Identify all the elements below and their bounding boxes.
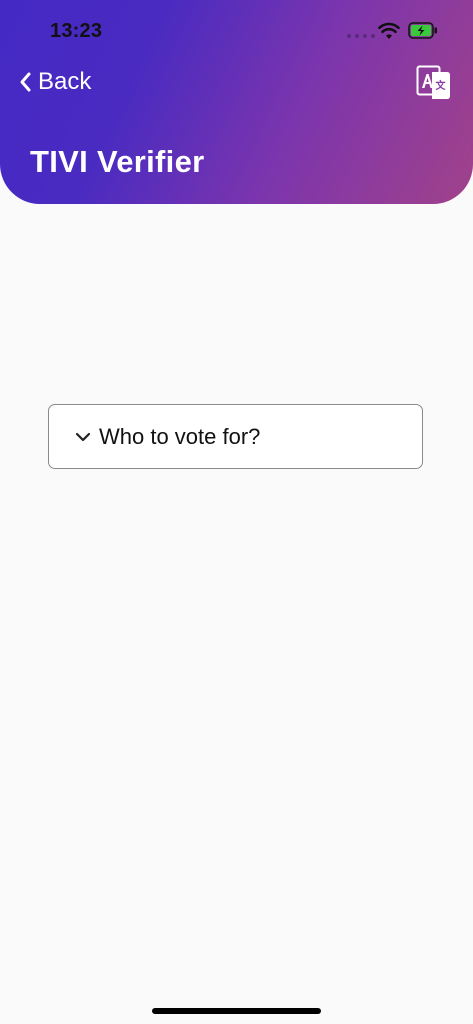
vote-accordion[interactable]: Who to vote for? (48, 404, 423, 469)
accordion-label: Who to vote for? (99, 423, 261, 449)
wifi-icon (378, 22, 400, 39)
status-time: 13:23 (50, 20, 103, 42)
battery-charging-icon (408, 22, 437, 39)
chevron-left-icon (20, 72, 31, 92)
back-button[interactable]: Back (18, 66, 91, 98)
status-bar: 13:23 (0, 0, 473, 60)
cellular-signal-icon (347, 34, 375, 38)
svg-text:文: 文 (436, 79, 447, 92)
translate-icon[interactable]: 文 (416, 65, 452, 101)
chevron-down-icon (75, 432, 91, 441)
home-indicator[interactable] (152, 1008, 321, 1014)
back-label: Back (38, 68, 92, 95)
page-title: TIVI Verifier (30, 144, 205, 179)
app-header: 13:23 Back 文 TIVI Verifier (0, 0, 473, 204)
